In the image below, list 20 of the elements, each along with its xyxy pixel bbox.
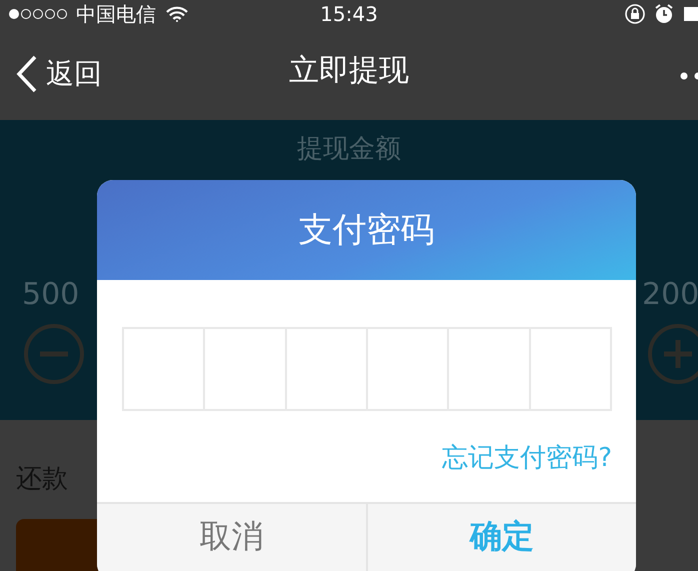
page-title: 立即提现 [289,52,409,90]
chevron-left-icon [16,55,38,93]
alarm-icon [654,3,674,25]
plus-icon[interactable] [647,323,698,385]
carrier-name: 中国电信 [76,1,156,28]
more-icon[interactable] [680,72,698,80]
cancel-button[interactable]: 取消 [97,504,366,571]
amount-label: 提现金额 [296,133,402,166]
rotation-lock-icon [624,3,646,25]
amount-max: 200 [642,280,698,310]
signal-icon [8,8,68,20]
amount-min: 500 [22,280,80,310]
battery-icon [682,5,698,23]
dialog-title: 支付密码 [97,180,636,280]
confirm-button[interactable]: 确定 [366,504,636,571]
back-button[interactable]: 返回 [16,53,102,95]
wifi-icon [166,6,188,22]
minus-icon[interactable] [23,323,85,385]
status-time: 15:43 [320,1,378,28]
forgot-password-link[interactable]: 忘记支付密码? [442,443,612,473]
